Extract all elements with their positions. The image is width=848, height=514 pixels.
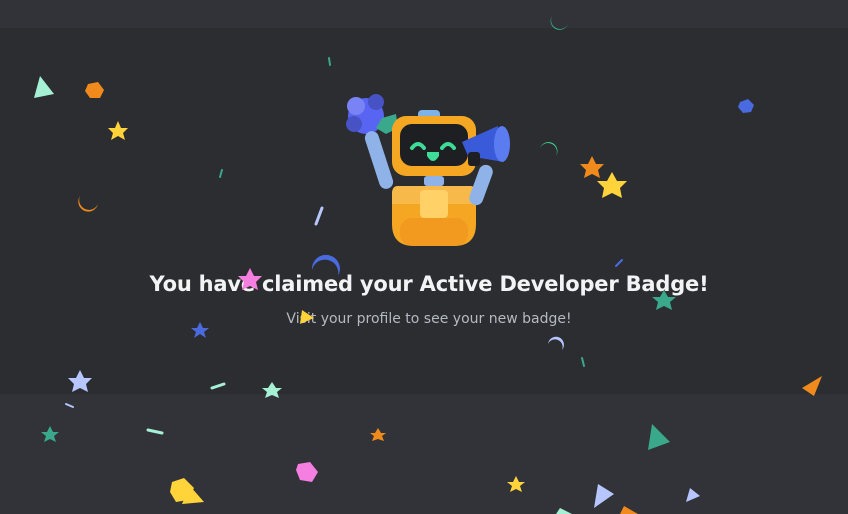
claim-subtext: Visit your profile to see your new badge… — [286, 311, 572, 327]
claim-headline: You have claimed your Active Developer B… — [149, 272, 709, 296]
bottom-area — [0, 394, 848, 514]
pompom-icon — [346, 94, 398, 134]
cheering-robot-icon — [346, 94, 510, 246]
badge-claimed-screen: You have claimed your Active Developer B… — [0, 0, 848, 514]
top-strip — [0, 0, 848, 28]
